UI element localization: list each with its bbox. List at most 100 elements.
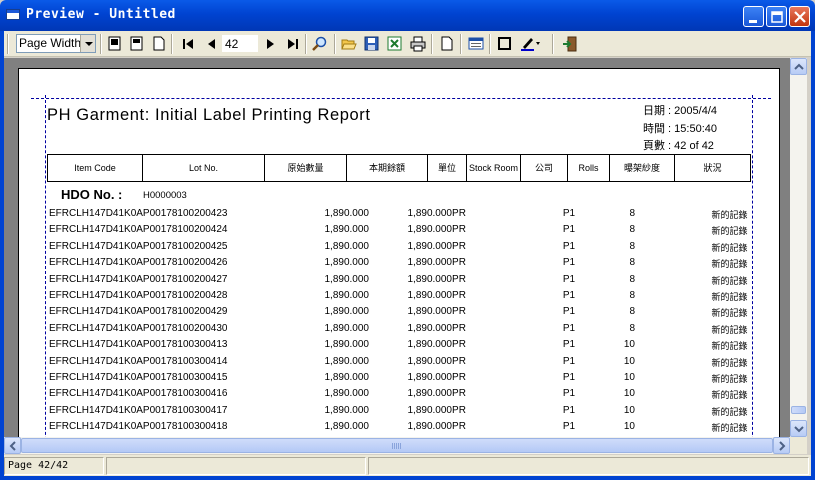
vertical-scrollbar[interactable]: [790, 58, 807, 437]
unit-cell: PR: [452, 322, 466, 334]
scroll-up-button[interactable]: [790, 58, 807, 75]
two-page-button[interactable]: [127, 34, 147, 54]
col-shelf: 曝架紗度: [609, 155, 674, 181]
unit-cell: PR: [452, 273, 466, 285]
status-cell: 新的記錄: [711, 374, 748, 384]
properties-button[interactable]: [466, 34, 486, 54]
table-row: EFRCLH147D41K0AP00178100300414 1,890.000 1…: [47, 354, 767, 370]
chevron-up-icon: [794, 63, 804, 70]
report-time: 時間 : 15:50:40: [643, 123, 717, 135]
toolbar-separator: [171, 34, 173, 54]
window-title: Preview - Untitled: [26, 7, 176, 22]
table-row: EFRCLH147D41K0AP00178100300413 1,890.000 1…: [47, 337, 767, 353]
status-cell: 新的記錄: [711, 242, 748, 253]
col-original-qty: 原始數量: [264, 155, 346, 181]
window-border-right: [811, 31, 815, 480]
table-row: EFRCLH147D41K0AP00178100200424 1,890.000 1…: [47, 222, 767, 238]
rolls-cell: 8: [629, 240, 635, 252]
scroll-left-button[interactable]: [4, 437, 21, 454]
toolbar-separator: [305, 34, 307, 54]
chevron-down-icon[interactable]: [80, 35, 95, 52]
multi-page-icon: [153, 36, 165, 51]
save-button[interactable]: [362, 34, 382, 54]
original-qty-cell: 1,890.000: [324, 404, 370, 416]
status-cell: 新的記錄: [711, 390, 748, 401]
scroll-right-button[interactable]: [773, 437, 790, 454]
border-button[interactable]: [495, 34, 515, 54]
first-page-button[interactable]: [178, 34, 198, 54]
minimize-button[interactable]: [743, 6, 764, 27]
chevron-down-icon: [794, 426, 804, 433]
zoom-select[interactable]: Page Width: [16, 34, 96, 53]
close-button[interactable]: [789, 6, 810, 27]
title-bar[interactable]: Preview - Untitled: [0, 0, 815, 31]
vertical-scroll-thumb[interactable]: [791, 406, 806, 414]
hdo-label: HDO No. :: [61, 187, 123, 202]
rolls-cell: 8: [629, 322, 635, 334]
print-button[interactable]: [408, 34, 428, 54]
open-button[interactable]: [339, 34, 359, 54]
table-row: EFRCLH147D41K0AP00178100300418 1,890.000 1…: [47, 419, 767, 435]
preview-viewport[interactable]: PH Garment: Initial Label Printing Repor…: [4, 58, 790, 437]
status-cell: 新的記錄: [711, 259, 748, 270]
company-cell: P1: [562, 372, 576, 383]
item-code-cell: EFRCLH147D41K0AP00178100200425: [49, 240, 228, 252]
company-cell: P1: [562, 306, 576, 318]
table-row: EFRCLH147D41K0AP00178100200429 1,890.000 1…: [47, 304, 767, 320]
status-cell: 新的記錄: [711, 423, 748, 434]
company-cell: P1: [562, 224, 576, 236]
table-row: EFRCLH147D41K0AP00178100200426 1,890.000 1…: [47, 255, 767, 271]
status-cell: 新的記錄: [711, 406, 748, 417]
export-excel-button[interactable]: [385, 34, 405, 54]
unit-cell: PR: [452, 388, 466, 400]
next-page-button[interactable]: [260, 34, 280, 54]
unit-cell: PR: [452, 421, 466, 433]
company-cell: P1: [562, 388, 576, 400]
scrollbar-corner: [790, 437, 807, 454]
original-qty-cell: 1,890.000: [324, 355, 370, 367]
report-page: PH Garment: Initial Label Printing Repor…: [18, 68, 780, 437]
rolls-cell: 8: [629, 290, 635, 301]
unit-cell: PR: [452, 257, 466, 269]
multi-page-button[interactable]: [149, 34, 169, 54]
maximize-button[interactable]: [766, 6, 787, 27]
item-code-cell: EFRCLH147D41K0AP00178100300417: [49, 404, 228, 416]
company-cell: P1: [562, 322, 576, 334]
scroll-down-button[interactable]: [790, 420, 807, 437]
col-item-code: Item Code: [74, 162, 116, 173]
color-icon: [521, 38, 540, 51]
rolls-cell: 8: [629, 306, 635, 318]
original-qty-cell: 1,890.000: [324, 240, 370, 252]
item-code-cell: EFRCLH147D41K0AP00178100300418: [49, 421, 228, 433]
unit-cell: PR: [452, 339, 466, 351]
table-row: EFRCLH147D41K0AP00178100200430 1,890.000 1…: [47, 321, 767, 337]
page-setup-icon: [441, 36, 453, 51]
status-cell: 新的記錄: [711, 341, 748, 352]
zoom-button[interactable]: [310, 34, 330, 54]
page-number-input[interactable]: [222, 35, 258, 52]
unit-cell: PR: [452, 404, 466, 416]
horizontal-scroll-thumb[interactable]: [21, 438, 773, 453]
hdo-value: H0000003: [143, 190, 187, 201]
status-pane-2: [106, 457, 366, 475]
last-page-icon: [288, 39, 298, 49]
exit-icon: [563, 36, 577, 52]
status-cell: 新的記錄: [711, 308, 748, 319]
single-page-button[interactable]: [105, 34, 125, 54]
line-color-button[interactable]: [518, 34, 540, 54]
item-code-cell: EFRCLH147D41K0AP00178100300413: [49, 339, 228, 351]
exit-button[interactable]: [560, 34, 580, 54]
zoom-select-value: Page Width: [19, 36, 82, 50]
prev-page-button[interactable]: [202, 34, 222, 54]
report-date: 日期 : 2005/4/4: [643, 105, 717, 117]
margin-guide-left: [45, 95, 46, 437]
unit-cell: PR: [452, 290, 466, 301]
last-page-button[interactable]: [283, 34, 303, 54]
status-cell: 新的記錄: [711, 357, 748, 368]
original-qty-cell: 1,890.000: [324, 388, 370, 400]
rolls-cell: 10: [623, 339, 635, 351]
horizontal-scrollbar[interactable]: [4, 437, 790, 454]
page-setup-button[interactable]: [437, 34, 457, 54]
col-unit: 單位: [427, 155, 466, 181]
first-page-icon: [183, 39, 193, 49]
